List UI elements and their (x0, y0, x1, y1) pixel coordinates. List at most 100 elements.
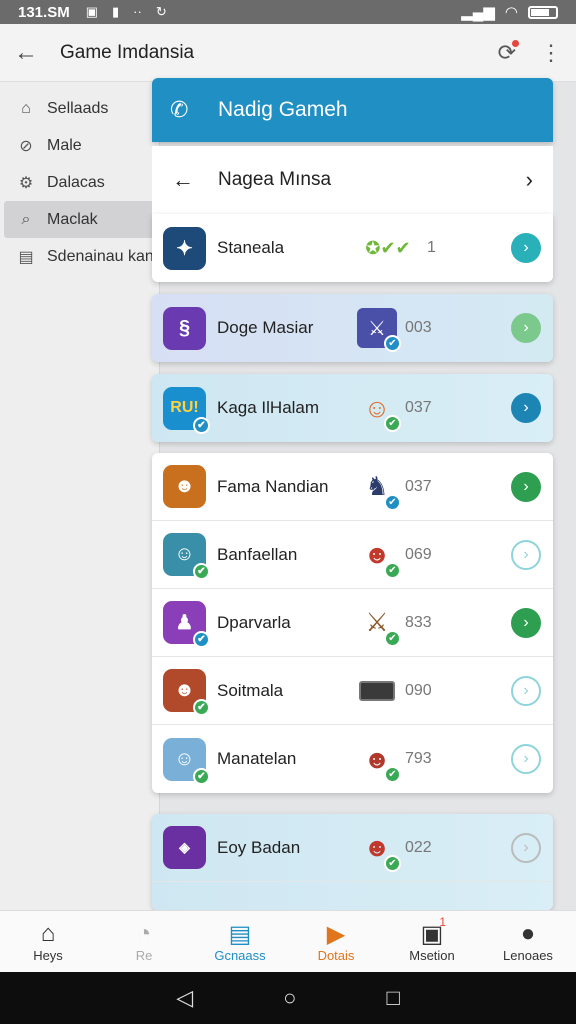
open-game-button[interactable]: › (511, 233, 541, 263)
game-row[interactable]: ☺ ✔ Manatelan ☻ ✔ 793 › (152, 725, 553, 793)
sync-icon: ↻ (155, 4, 167, 19)
check-badge-icon: ✔ (384, 493, 401, 511)
nav-msetion[interactable]: ▣ 1 Msetion (384, 911, 480, 972)
nav-lenoaes[interactable]: ● Lenoaes (480, 911, 576, 972)
drawer-item-male[interactable]: ⊘ Male (0, 127, 159, 164)
back-arrow-icon[interactable]: ← (172, 167, 202, 193)
check-badge-icon: ✔ (193, 416, 210, 434)
notification-badge: 1 (439, 915, 446, 929)
chevron-right-icon[interactable]: › (526, 167, 533, 193)
nav-gcnaass[interactable]: ▤ Gcnaass (192, 911, 288, 972)
game-row[interactable]: ♟ ✔ Dparvarla ⚔ ✔ 833 › (152, 589, 553, 657)
refresh-icon[interactable]: ⟳ (498, 39, 519, 66)
drawer-item-label: Maclak (47, 210, 98, 228)
nav-label: Heys (33, 948, 63, 963)
search-icon: ⌕ (21, 210, 31, 228)
sub-navigation-bar: ← Nagea Mınsa › (152, 146, 553, 214)
game-count: 003 (405, 319, 432, 336)
phone-icon: ✆ (170, 97, 189, 122)
game-row[interactable]: RU! ✔ Kaga IlHalam ☺ ✔ 037 › (152, 374, 553, 442)
game-row-partial[interactable] (152, 882, 553, 910)
open-game-button[interactable]: › (511, 607, 541, 638)
open-game-button[interactable]: › (511, 744, 541, 774)
panel-header: ✆ Nadig Gameh (152, 78, 553, 142)
drawer-item-label: Sellaads (47, 99, 109, 117)
tab-icon: ◔ (136, 920, 152, 947)
nav-label: Lenoaes (503, 948, 553, 963)
open-game-button[interactable]: › (511, 471, 541, 502)
status-bar: 131.SM ▣ ▮ ·· ↻ ▂▄▆ ◠ (0, 0, 576, 24)
open-game-button[interactable]: › (511, 675, 541, 706)
games-panel: ✆ Nadig Gameh (152, 78, 553, 142)
game-icon: ♟ ✔ (163, 601, 210, 648)
game-row[interactable]: ✦ Staneala ✪✔✔ 1 › (152, 214, 553, 282)
game-name: Fama Nandian (217, 476, 329, 496)
recents-square-icon[interactable]: □ (386, 985, 399, 1011)
game-row[interactable]: ☻ Fama Nandian ♞ ✔ 037 › (152, 453, 553, 521)
game-count: 1 (427, 239, 436, 256)
gear-icon: ⚙ (18, 174, 34, 192)
home-icon: ⌂ (40, 920, 56, 947)
panel-title: Nadig Gameh (218, 98, 348, 121)
battery-icon (528, 5, 558, 19)
game-name: Banfaellan (217, 544, 298, 564)
game-group: ☻ Fama Nandian ♞ ✔ 037 › ☺ ✔ Banfaellan ☻ ✔… (152, 453, 553, 793)
device-icon (357, 671, 397, 711)
nav-re[interactable]: ◔ Re (96, 911, 192, 972)
game-group: RU! ✔ Kaga IlHalam ☺ ✔ 037 › (152, 374, 553, 442)
game-name: Soitmala (217, 680, 284, 700)
notification-dot (512, 39, 519, 47)
game-name: Doge Masiar (217, 318, 314, 337)
back-triangle-icon[interactable]: ◁ (176, 985, 193, 1011)
game-count: 090 (405, 681, 432, 699)
game-icon: ✦ (163, 226, 206, 270)
game-icon: RU! ✔ (163, 386, 210, 434)
nav-dotais[interactable]: ▶ Dotais (288, 911, 384, 972)
open-game-button[interactable]: › (511, 832, 541, 863)
drawer-item-maclak[interactable]: ⌕ Maclak (4, 201, 155, 238)
game-icon: § (163, 306, 206, 350)
game-name: Manatelan (217, 749, 297, 768)
check-badge-icon: ✔ (193, 699, 210, 716)
drawer-item-sellaads[interactable]: ⌂ Sellaads (0, 90, 159, 127)
shield-avatar-icon: ⚔ ✔ (357, 308, 401, 352)
open-game-button[interactable]: › (511, 313, 541, 343)
drawer-item-sdenainau[interactable]: ▤ Sdenainau kant (0, 238, 159, 275)
more-vert-icon[interactable]: ⋮ (540, 40, 562, 66)
check-badge-icon: ✔ (193, 563, 210, 580)
game-name: Dparvarla (217, 612, 291, 632)
home-circle-icon[interactable]: ○ (283, 985, 296, 1011)
game-row[interactable]: ☻ ✔ Soitmala 090 › (152, 657, 553, 725)
open-game-button[interactable]: › (511, 393, 541, 423)
open-game-button[interactable]: › (511, 539, 541, 570)
game-group: § Doge Masiar ⚔ ✔ 003 › (152, 294, 553, 362)
compass-icon: ⊘ (19, 137, 33, 155)
game-row[interactable]: ◈ Eoy Badan ☻ ✔ 022 › (152, 814, 553, 882)
game-count: 022 (405, 838, 432, 856)
profile-icon: ● (520, 920, 536, 947)
system-navigation-bar: ◁ ○ □ (0, 972, 576, 1024)
game-icon: ☺ ✔ (163, 533, 210, 580)
game-count: 793 (405, 750, 432, 767)
bottom-navigation: ⌂ Heys ◔ Re ▤ Gcnaass ▶ Dotais ▣ 1 Mseti… (0, 910, 576, 972)
document-icon: ▤ (18, 248, 34, 266)
drawer-item-label: Dalacas (47, 173, 105, 191)
nav-label: Re (135, 948, 153, 963)
game-row[interactable]: § Doge Masiar ⚔ ✔ 003 › (152, 294, 553, 362)
character-avatar-icon: ☻ ✔ (357, 535, 401, 579)
game-name: Kaga IlHalam (217, 398, 320, 417)
check-badge-icon: ✔ (384, 629, 401, 647)
nav-label: Gcnaass (214, 948, 266, 963)
nav-home[interactable]: ⌂ Heys (0, 911, 96, 972)
dots-icon: ·· (133, 4, 142, 19)
back-arrow-icon[interactable]: ← (14, 39, 44, 67)
character-avatar-icon: ♞ ✔ (357, 467, 401, 511)
status-time: 131.SM (18, 3, 70, 21)
game-row[interactable]: ☺ ✔ Banfaellan ☻ ✔ 069 › (152, 521, 553, 589)
check-badge-icon: ✔ (384, 854, 401, 872)
check-badge-icon: ✔ (384, 766, 401, 783)
character-avatar-icon: ☻ ✔ (357, 828, 401, 872)
drawer-item-label: Sdenainau kant (47, 247, 159, 265)
drawer-item-dalacas[interactable]: ⚙ Dalacas (0, 164, 159, 201)
sim-icon: ▮ (112, 4, 120, 19)
